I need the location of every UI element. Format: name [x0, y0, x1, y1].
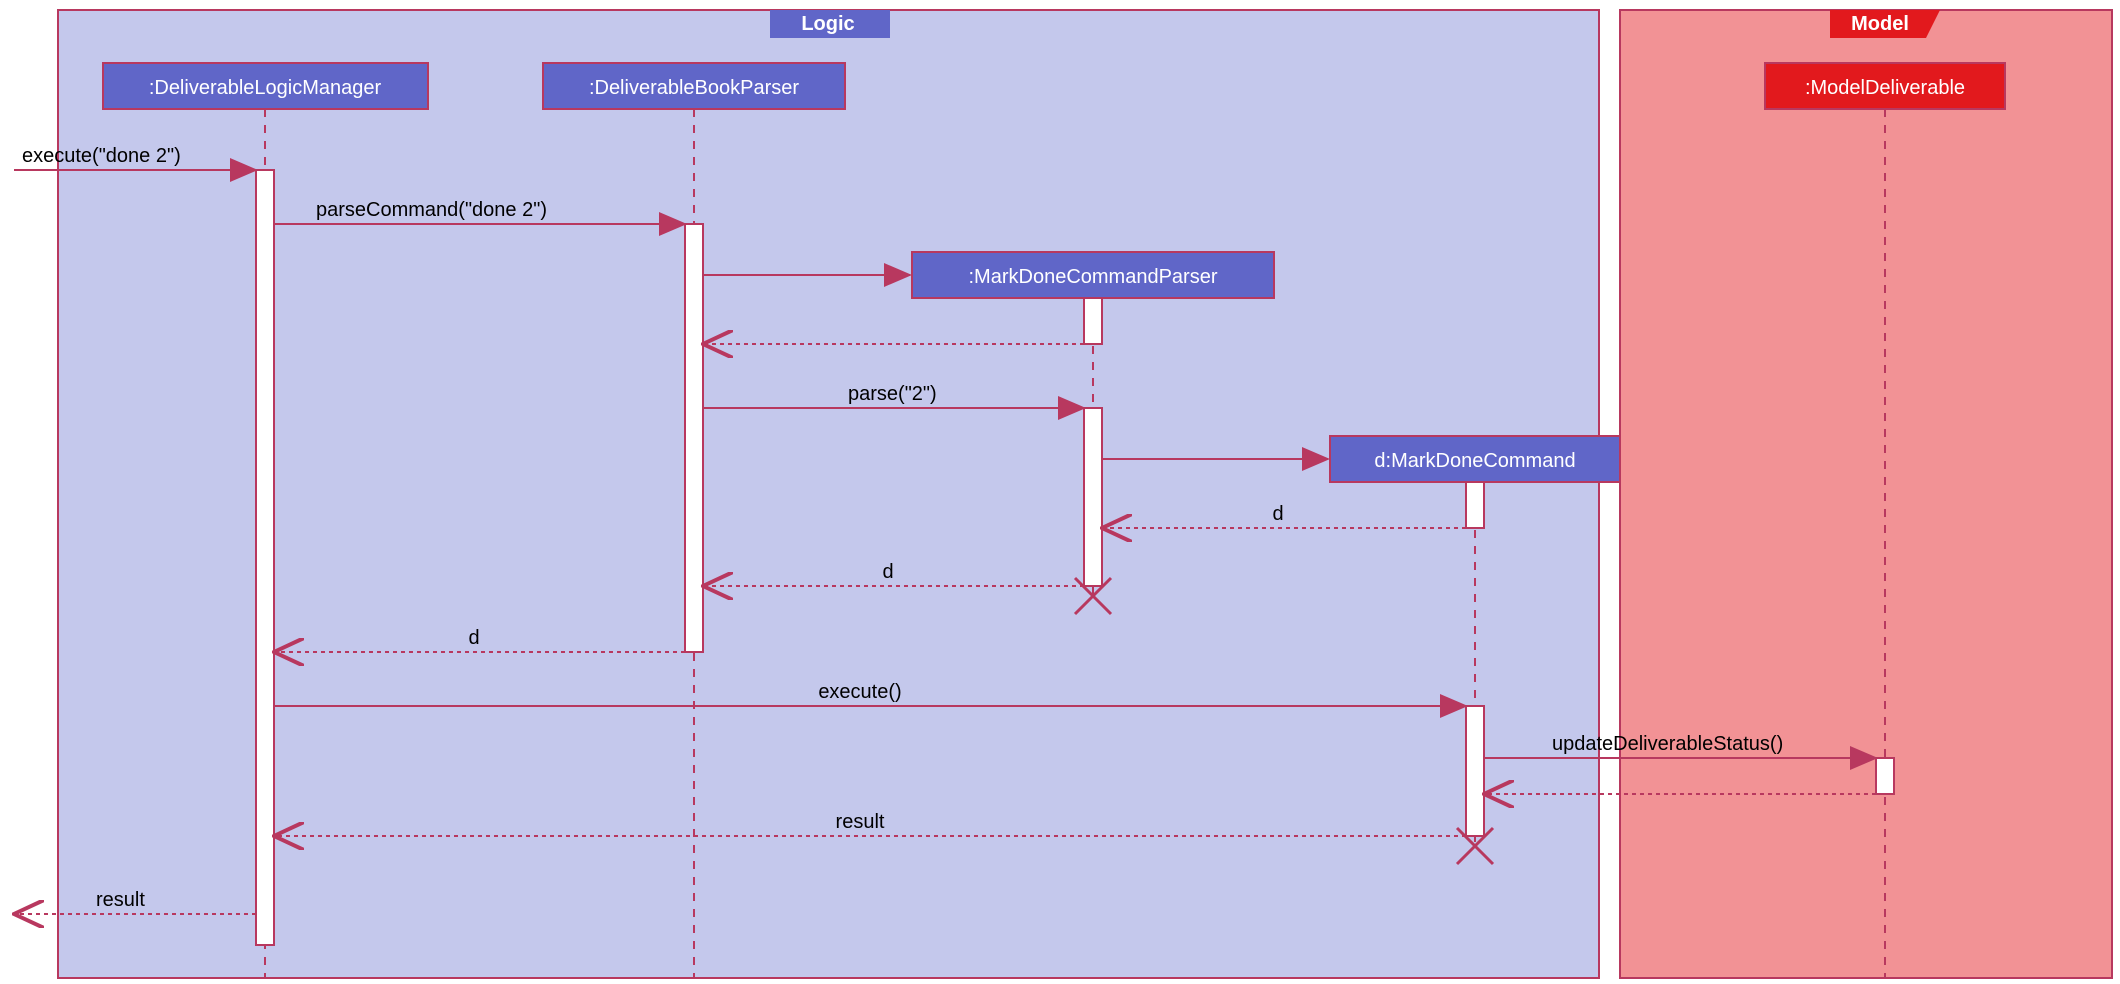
msg-return-d-1-label: d — [1272, 503, 1283, 525]
msg-return-result-out-label: result — [96, 889, 145, 911]
activation-mdcp-1 — [1084, 298, 1102, 344]
activation-md-1 — [1876, 758, 1894, 794]
activation-mdc-1 — [1466, 482, 1484, 528]
frame-logic: Logic — [58, 10, 1599, 978]
activation-dbp — [685, 224, 703, 652]
msg-update-status-label: updateDeliverableStatus() — [1552, 733, 1783, 755]
frame-model-title: Model — [1851, 13, 1909, 35]
sequence-diagram: Logic Model :DeliverableLogicManager :De… — [0, 0, 2120, 984]
participant-mdc-label: d:MarkDoneCommand — [1374, 450, 1575, 472]
participant-dbp: :DeliverableBookParser — [543, 63, 845, 109]
activation-dlm — [256, 170, 274, 945]
msg-return-d-3-label: d — [468, 627, 479, 649]
msg-parse-label: parse("2") — [848, 383, 937, 405]
participant-dbp-label: :DeliverableBookParser — [589, 77, 799, 99]
participant-mdcp-label: :MarkDoneCommandParser — [969, 266, 1218, 288]
activation-mdc-2 — [1466, 706, 1484, 836]
participant-md-label: :ModelDeliverable — [1805, 77, 1965, 99]
msg-parsecommand-label: parseCommand("done 2") — [316, 199, 547, 221]
msg-execute-in-label: execute("done 2") — [22, 145, 181, 167]
activation-mdcp-2 — [1084, 408, 1102, 586]
msg-execute-cmd-label: execute() — [818, 681, 901, 703]
frame-model: Model — [1620, 10, 2112, 978]
participant-dlm-label: :DeliverableLogicManager — [149, 77, 382, 99]
participant-dlm: :DeliverableLogicManager — [103, 63, 428, 109]
participant-md: :ModelDeliverable — [1765, 63, 2005, 109]
frame-logic-title: Logic — [801, 13, 854, 35]
msg-return-result-1-label: result — [836, 811, 885, 833]
msg-return-d-2-label: d — [882, 561, 893, 583]
